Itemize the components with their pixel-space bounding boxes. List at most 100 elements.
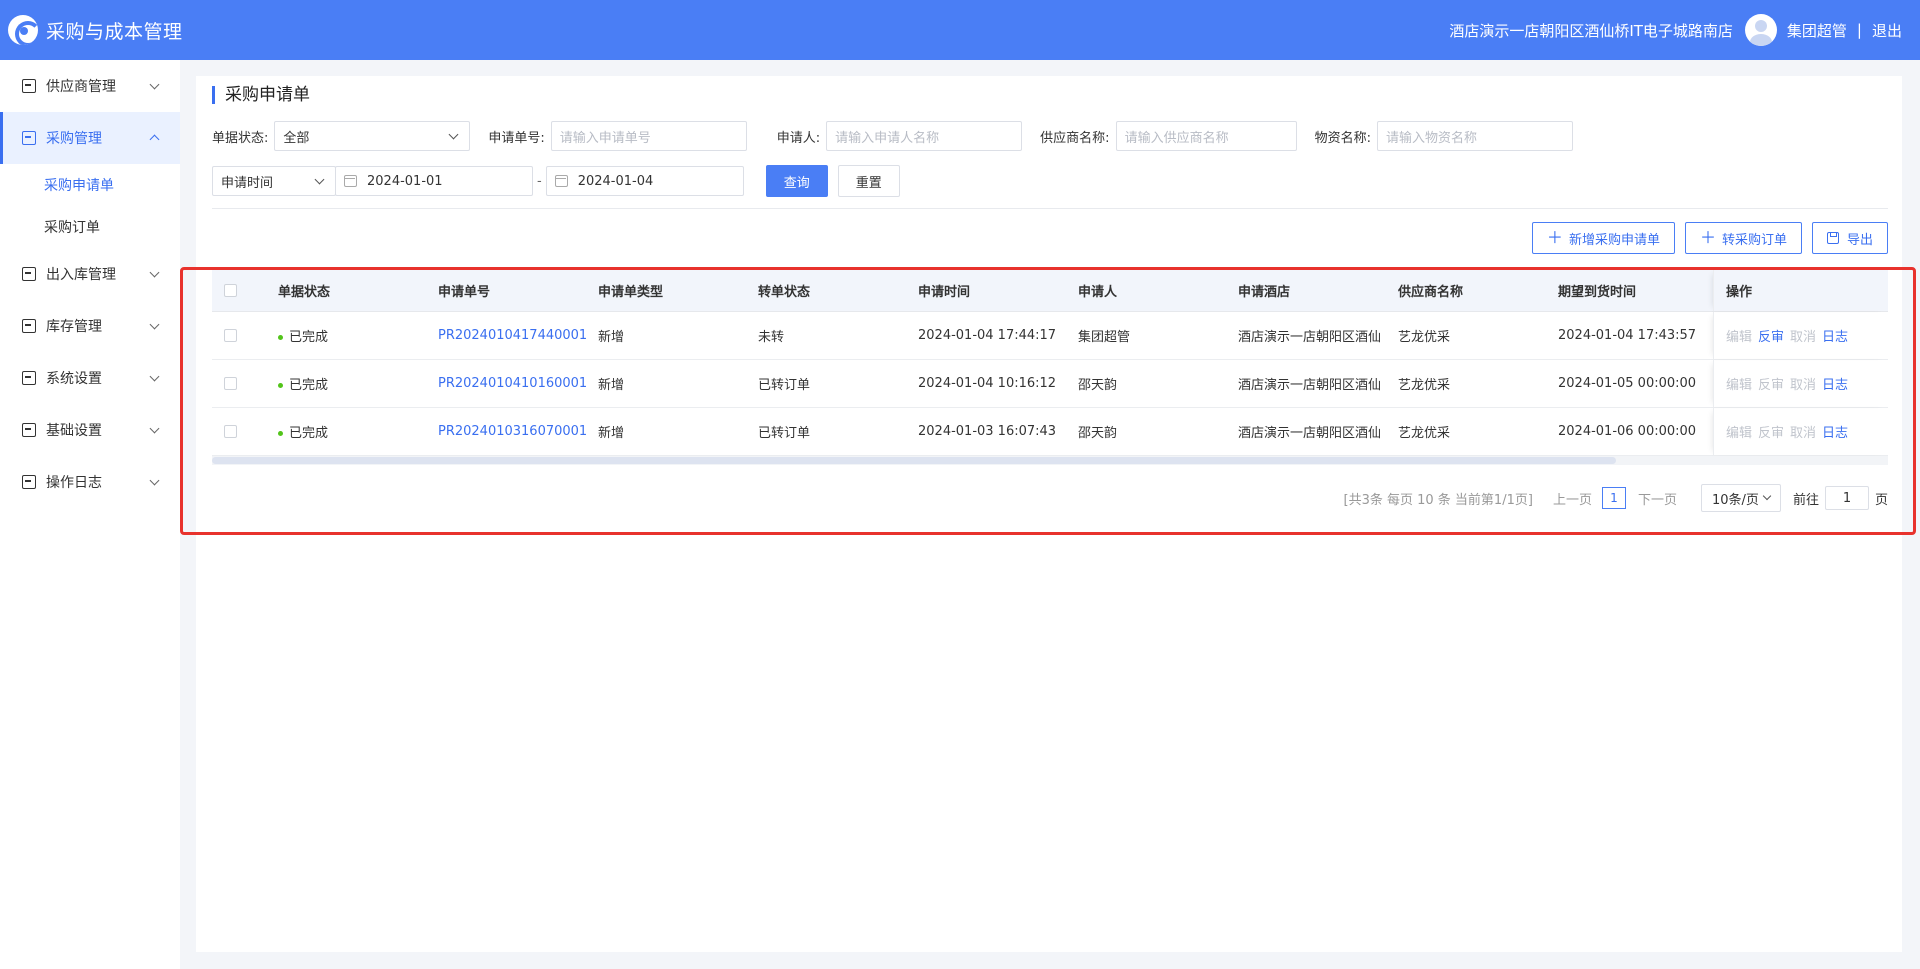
applicant-cell: 集团超管 (1078, 330, 1131, 345)
cancel-button[interactable]: 取消 (1790, 374, 1816, 393)
operations-cell: 编辑 反审 取消 日志 (1713, 312, 1888, 359)
export-label: 导出 (1846, 232, 1873, 248)
status-text: 已完成 (289, 330, 329, 345)
sidebar-item-label: 系统设置 (46, 371, 102, 387)
reverse-audit-button[interactable]: 反审 (1758, 422, 1784, 441)
action-bar: ＋ 新增采购申请单 ＋ 转采购订单 导出 (1531, 222, 1888, 254)
sidebar-item-inout[interactable]: 出入库管理 (0, 248, 180, 300)
main-content: 采购申请单 单据状态: 全部 申请单号: 请输入申请单号 申请人: 请输入申请人… (196, 76, 1902, 952)
type-cell: 新增 (598, 378, 625, 393)
sidebar-subitem-purchase-request[interactable]: 采购申请单 (0, 164, 180, 206)
gear-icon (22, 423, 36, 437)
log-button[interactable]: 日志 (1822, 374, 1848, 393)
hotel-name[interactable]: 酒店演示一店朝阳区酒仙桥IT电子城路南店 (1449, 20, 1733, 41)
next-page-button[interactable]: 下一页 (1638, 489, 1677, 508)
sidebar-item-inventory[interactable]: 库存管理 (0, 300, 180, 352)
date-start-value: 2024-01-01 (367, 173, 443, 189)
app-logo[interactable]: 采购与成本管理 (8, 15, 183, 45)
status-dot-icon (278, 335, 283, 340)
request-no-link[interactable]: PR2024010316070001 (438, 424, 598, 439)
date-end-picker[interactable]: 2024-01-04 (545, 166, 744, 196)
user-name[interactable]: 集团超管 (1787, 20, 1847, 41)
edit-button[interactable]: 编辑 (1726, 326, 1752, 345)
scrollbar-thumb[interactable] (212, 457, 1616, 464)
cancel-button[interactable]: 取消 (1790, 422, 1816, 441)
purchase-icon (22, 131, 36, 145)
edit-button[interactable]: 编辑 (1726, 422, 1752, 441)
export-button[interactable]: 导出 (1811, 222, 1888, 254)
request-no-link[interactable]: PR2024010417440001 (438, 328, 598, 343)
calendar-icon (344, 175, 357, 187)
horizontal-scrollbar[interactable] (212, 456, 1888, 465)
reverse-audit-button[interactable]: 反审 (1758, 374, 1784, 393)
page-size-select[interactable]: 10条/页 (1700, 484, 1781, 512)
date-start-picker[interactable]: 2024-01-01 (335, 166, 533, 196)
chevron-down-icon (149, 319, 160, 330)
sidebar-subitem-purchase-order[interactable]: 采购订单 (0, 206, 180, 248)
select-all-checkbox[interactable] (224, 284, 237, 297)
sidebar-item-log[interactable]: 操作日志 (0, 456, 180, 508)
status-select[interactable]: 全部 (274, 121, 471, 151)
page-size-value: 10条/页 (1711, 492, 1759, 508)
sidebar-item-basic[interactable]: 基础设置 (0, 404, 180, 456)
sidebar-item-label: 采购管理 (46, 131, 102, 147)
chevron-down-icon (149, 475, 160, 486)
applicant-label: 申请人: (776, 130, 821, 146)
date-type-select[interactable]: 申请时间 (212, 166, 336, 196)
page-info: [共3条 每页 10 条 当前第1/1页] (1343, 492, 1533, 508)
reset-button[interactable]: 重置 (837, 165, 900, 197)
applicant-cell: 邵天韵 (1078, 426, 1118, 441)
table-row[interactable]: 已完成 PR2024010410160001 新增 已转订单 2024-01-0… (212, 360, 1888, 408)
applicant-input[interactable]: 请输入申请人名称 (826, 121, 1023, 151)
column-header: 申请单类型 (598, 285, 664, 300)
edit-button[interactable]: 编辑 (1726, 374, 1752, 393)
request-no-link[interactable]: PR2024010410160001 (438, 376, 598, 391)
cancel-button[interactable]: 取消 (1790, 326, 1816, 345)
supplier-input[interactable]: 请输入供应商名称 (1115, 121, 1297, 151)
hotel-cell: 酒店演示一店朝阳区酒仙 (1238, 426, 1382, 441)
chevron-down-icon (149, 423, 160, 434)
avatar[interactable] (1744, 14, 1777, 46)
status-cell: 已完成 (278, 422, 438, 441)
apply-time-cell: 2024-01-03 16:07:43 (918, 424, 1057, 439)
page-number-1[interactable]: 1 (1601, 487, 1626, 509)
log-button[interactable]: 日志 (1822, 326, 1848, 345)
query-button[interactable]: 查询 (765, 165, 828, 197)
reverse-audit-button[interactable]: 反审 (1758, 326, 1784, 345)
status-cell: 已完成 (278, 326, 438, 345)
sidebar-item-system[interactable]: 系统设置 (0, 352, 180, 404)
logout-button[interactable]: 退出 (1872, 20, 1902, 41)
sidebar-item-purchase[interactable]: 采购管理 (0, 112, 180, 164)
chevron-down-icon (149, 267, 160, 278)
convert-order-button[interactable]: ＋ 转采购订单 (1684, 222, 1802, 254)
date-type-value: 申请时间 (221, 175, 274, 191)
hotel-cell: 酒店演示一店朝阳区酒仙 (1238, 378, 1382, 393)
save-icon (1826, 232, 1839, 244)
goto-page-input[interactable]: 1 (1824, 486, 1869, 510)
convert-status-cell: 已转订单 (758, 426, 811, 441)
convert-status-cell: 未转 (758, 330, 785, 345)
pagination: [共3条 每页 10 条 当前第1/1页] 上一页 1 下一页 10条/页 前往… (1344, 484, 1888, 512)
table-row[interactable]: 已完成 PR2024010316070001 新增 已转订单 2024-01-0… (212, 408, 1888, 456)
expected-time-cell: 2024-01-04 17:43:57 (1558, 328, 1697, 343)
applicant-cell: 邵天韵 (1078, 378, 1118, 393)
table-row[interactable]: 已完成 PR2024010417440001 新增 未转 2024-01-04 … (212, 312, 1888, 360)
inout-icon (22, 267, 36, 281)
row-checkbox[interactable] (224, 377, 237, 390)
row-select-cell (212, 425, 278, 438)
req-no-label: 申请单号: (488, 130, 545, 146)
add-request-button[interactable]: ＋ 新增采购申请单 (1531, 222, 1675, 254)
material-input[interactable]: 请输入物资名称 (1376, 121, 1573, 151)
sidebar-item-supplier[interactable]: 供应商管理 (0, 60, 180, 112)
plus-icon: ＋ (1546, 228, 1563, 247)
convert-order-label: 转采购订单 (1721, 232, 1787, 248)
column-header: 申请酒店 (1238, 285, 1291, 300)
log-button[interactable]: 日志 (1822, 422, 1848, 441)
req-no-input[interactable]: 请输入申请单号 (550, 121, 747, 151)
calendar-icon (554, 175, 568, 187)
apply-time-cell: 2024-01-04 17:44:17 (918, 328, 1057, 343)
row-checkbox[interactable] (224, 425, 237, 438)
logo-icon (8, 15, 38, 45)
row-checkbox[interactable] (224, 329, 237, 342)
prev-page-button[interactable]: 上一页 (1553, 489, 1592, 508)
